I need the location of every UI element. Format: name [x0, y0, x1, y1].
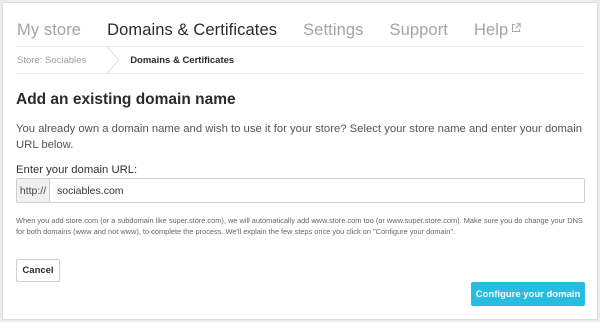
breadcrumb-current: Domains & Certificates — [130, 54, 235, 66]
breadcrumb: Store: Sociables Domains & Certificates — [17, 47, 583, 73]
nav-tab-support[interactable]: Support — [390, 21, 449, 40]
page-title: Add an existing domain name — [16, 91, 236, 108]
breadcrumb-store-link[interactable]: Store: Sociables — [17, 55, 86, 66]
page-card: My store Domains & Certificates Settings… — [2, 2, 598, 320]
cancel-button[interactable]: Cancel — [16, 259, 60, 282]
url-prefix: http:// — [17, 179, 50, 202]
nav-tab-domains-certificates[interactable]: Domains & Certificates — [107, 21, 277, 40]
configure-domain-button[interactable]: Configure your domain — [471, 282, 585, 306]
top-nav: My store Domains & Certificates Settings… — [17, 17, 547, 43]
description-text: You already own a domain name and wish t… — [16, 123, 583, 151]
breadcrumb-chevron-icon — [106, 47, 120, 73]
nav-tab-help-label: Help — [474, 20, 509, 39]
breadcrumb-divider — [17, 73, 583, 74]
nav-tab-settings[interactable]: Settings — [303, 21, 363, 40]
nav-tab-my-store[interactable]: My store — [17, 21, 81, 40]
nav-tab-help[interactable]: Help — [474, 20, 522, 40]
domain-url-label: Enter your domain URL: — [16, 164, 138, 176]
help-note: When you add store.com (or a subdomain l… — [16, 216, 583, 236]
domain-input-group: http:// — [16, 178, 585, 203]
external-link-icon — [512, 22, 522, 32]
domain-url-input[interactable] — [50, 179, 584, 202]
